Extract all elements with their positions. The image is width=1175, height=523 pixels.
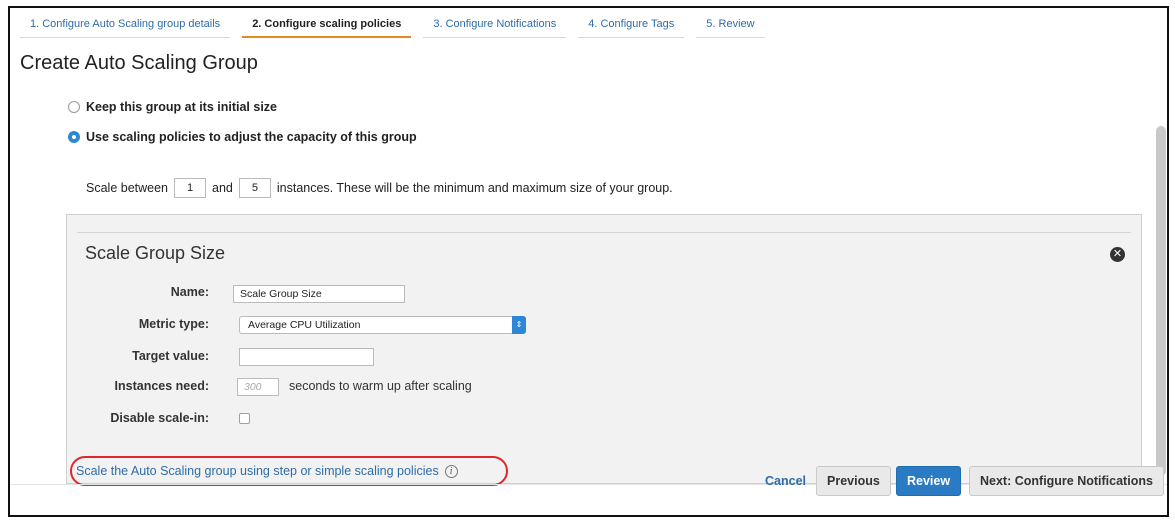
panel-title: Scale Group Size (85, 243, 226, 263)
keep-size-option[interactable]: Keep this group at its initial size (68, 100, 277, 114)
tab-configure-notifications[interactable]: 3. Configure Notifications (423, 12, 567, 38)
use-policies-label: Use scaling policies to adjust the capac… (86, 130, 417, 144)
tab-scaling-policies[interactable]: 2. Configure scaling policies (242, 12, 412, 38)
policy-name-input[interactable]: Scale Group Size (233, 285, 405, 303)
scaling-policy-panel: Scale Group Size ✕ Name: Scale Group Siz… (66, 214, 1142, 484)
highlight-annotation (70, 456, 508, 486)
wizard-steps: 1. Configure Auto Scaling group details … (20, 12, 777, 38)
tab-configure-details[interactable]: 1. Configure Auto Scaling group details (20, 12, 231, 38)
cancel-button[interactable]: Cancel (754, 466, 817, 496)
name-label: Name: (170, 285, 209, 299)
instances-need-label: Instances need: (114, 379, 209, 393)
scale-between-and: and (212, 181, 233, 195)
panel-header: Scale Group Size ✕ (77, 232, 1131, 272)
select-arrow-icon: ⇕ (512, 316, 526, 334)
max-size-input[interactable]: 5 (238, 178, 271, 198)
use-policies-option[interactable]: Use scaling policies to adjust the capac… (68, 130, 417, 144)
disable-scale-in-label: Disable scale-in: (110, 411, 209, 425)
tab-configure-tags[interactable]: 4. Configure Tags (578, 12, 685, 38)
scrollbar[interactable] (1156, 126, 1166, 476)
target-value-input[interactable] (239, 348, 374, 366)
keep-size-label: Keep this group at its initial size (86, 100, 278, 114)
wizard-window: 1. Configure Auto Scaling group details … (8, 6, 1169, 517)
use-policies-radio[interactable] (68, 131, 80, 143)
scale-between-row: Scale between 1 and 5 instances. These w… (86, 178, 673, 198)
warmup-suffix: seconds to warm up after scaling (289, 379, 472, 393)
disable-scale-in-checkbox[interactable] (239, 413, 250, 424)
page-title: Create Auto Scaling Group (20, 52, 258, 74)
scale-between-suffix: instances. These will be the minimum and… (276, 181, 673, 195)
metric-type-value: Average CPU Utilization (248, 319, 361, 331)
metric-type-select[interactable]: Average CPU Utilization ⇕ (239, 316, 526, 334)
tab-review[interactable]: 5. Review (696, 12, 765, 38)
warmup-seconds-input[interactable]: 300 (237, 378, 279, 396)
previous-button[interactable]: Previous (816, 466, 891, 496)
target-value-label: Target value: (132, 349, 209, 363)
keep-size-radio[interactable] (68, 101, 80, 113)
min-size-input[interactable]: 1 (174, 178, 207, 198)
metric-type-label: Metric type: (138, 317, 209, 331)
scale-between-prefix: Scale between (86, 181, 169, 195)
review-button[interactable]: Review (896, 466, 962, 496)
close-icon[interactable]: ✕ (1110, 247, 1125, 262)
next-configure-notifications-button[interactable]: Next: Configure Notifications (969, 466, 1164, 496)
